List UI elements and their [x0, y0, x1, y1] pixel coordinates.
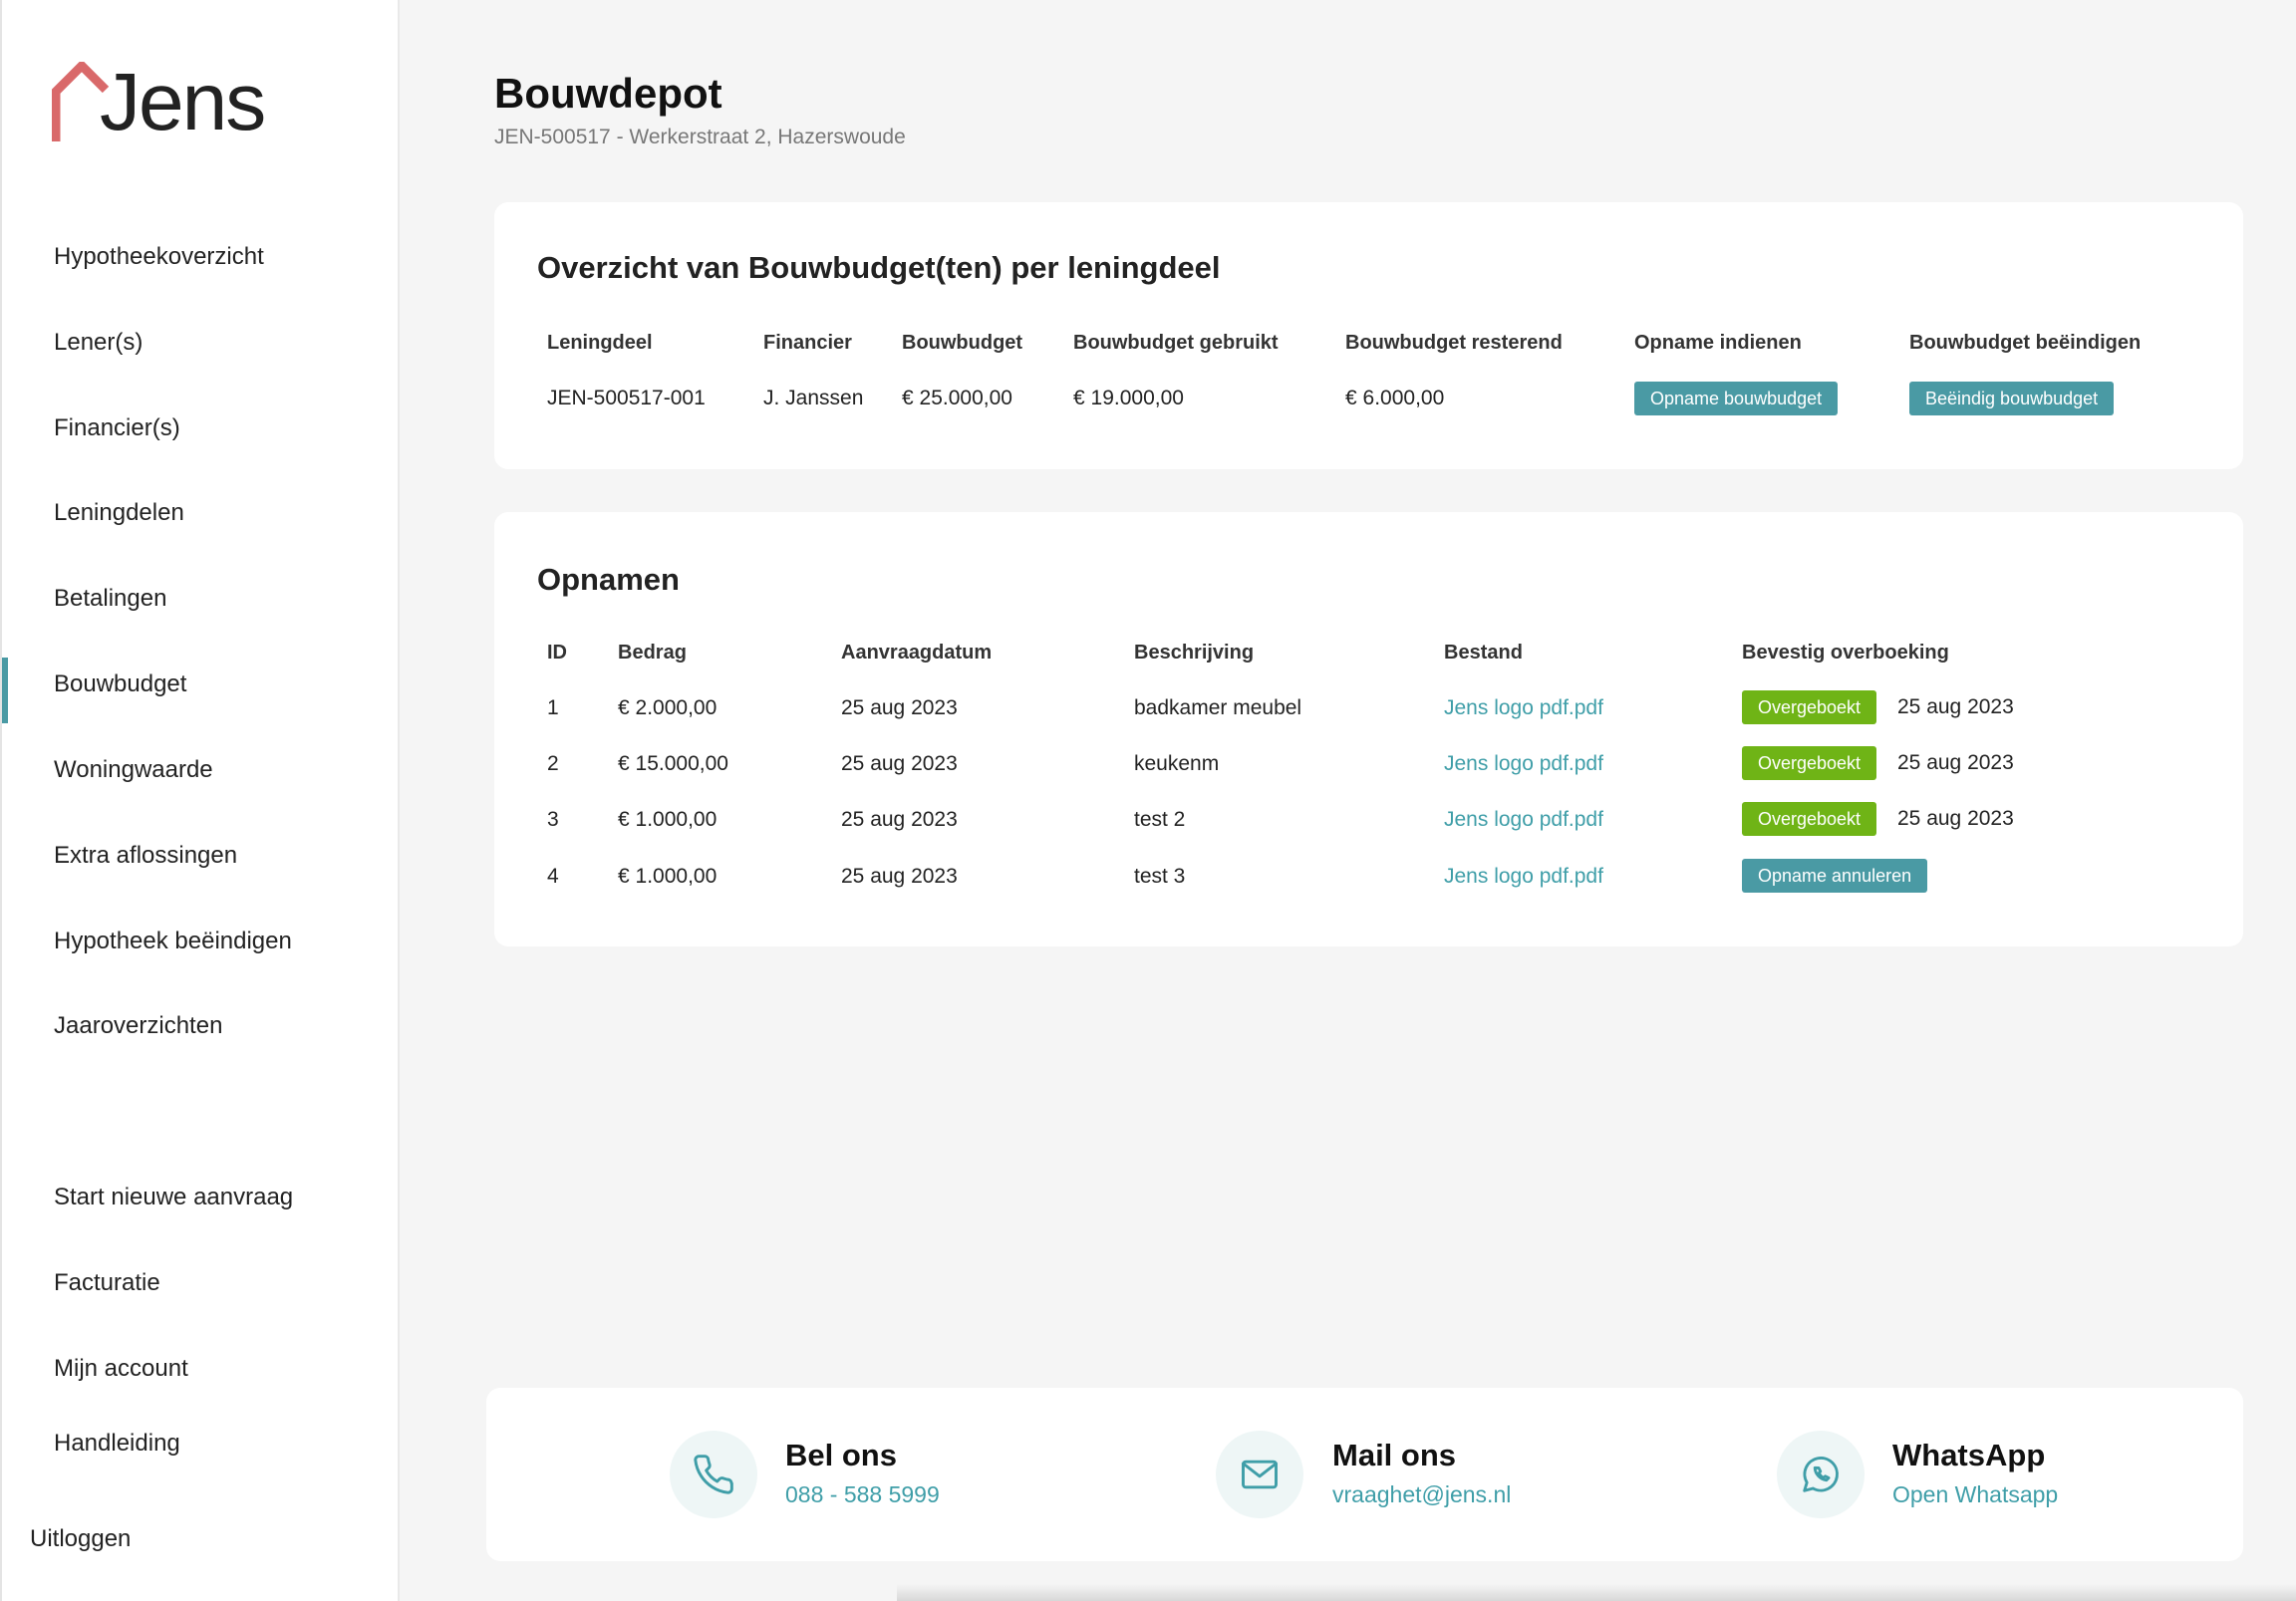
cell-bedrag: € 2.000,00: [618, 696, 718, 719]
sidebar-item-leners[interactable]: Lener(s): [54, 328, 143, 358]
col-header-beschrijving: Beschrijving: [1134, 642, 1255, 664]
cell-beschrijving: test 2: [1134, 808, 1186, 831]
opname-annuleren-button[interactable]: Opname annuleren: [1742, 859, 1928, 893]
contact-bar: Bel ons 088 - 588 5999 Mail ons vraaghet…: [486, 1388, 2243, 1561]
cell-bouwbudget-resterend: € 6.000,00: [1345, 387, 1445, 409]
status-badge-overgeboekt: Overgeboekt: [1742, 690, 1877, 724]
email-link[interactable]: vraaghet@jens.nl: [1332, 1481, 1511, 1508]
open-whatsapp-link[interactable]: Open Whatsapp: [1892, 1481, 2058, 1508]
mail-icon: [1216, 1431, 1303, 1518]
overview-card: Overzicht van Bouwbudget(ten) per lening…: [494, 202, 2243, 469]
sidebar-item-jaaroverzichten[interactable]: Jaaroverzichten: [54, 1011, 222, 1041]
cell-aanvraagdatum: 25 aug 2023: [841, 808, 958, 831]
phone-number-link[interactable]: 088 - 588 5999: [785, 1481, 940, 1508]
cell-aanvraagdatum: 25 aug 2023: [841, 752, 958, 775]
sidebar-item-financiers[interactable]: Financier(s): [54, 413, 180, 443]
col-header-id: ID: [547, 642, 567, 664]
file-link[interactable]: Jens logo pdf.pdf: [1444, 865, 1603, 889]
cell-aanvraagdatum: 25 aug 2023: [841, 696, 958, 719]
cell-leningdeel: JEN-500517-001: [547, 387, 706, 409]
cell-aanvraagdatum: 25 aug 2023: [841, 865, 958, 888]
whatsapp-title: WhatsApp: [1892, 1438, 2046, 1472]
cell-status-datum: 25 aug 2023: [1897, 751, 2014, 774]
status-badge-overgeboekt: Overgeboekt: [1742, 802, 1877, 836]
cell-bedrag: € 1.000,00: [618, 808, 718, 831]
cell-bedrag: € 15.000,00: [618, 752, 728, 775]
cell-id: 4: [547, 865, 559, 888]
sidebar-item-hypotheek-beeindigen[interactable]: Hypotheek beëindigen: [54, 927, 292, 956]
sidebar-item-handleiding[interactable]: Handleiding: [54, 1429, 180, 1459]
file-link[interactable]: Jens logo pdf.pdf: [1444, 752, 1603, 776]
cell-beschrijving: badkamer meubel: [1134, 696, 1302, 719]
bottom-edge-shadow: [897, 1584, 2296, 1601]
col-header-bestand: Bestand: [1444, 642, 1523, 664]
jens-logo[interactable]: Jens: [52, 62, 266, 161]
col-header-bouwbudget-beeindigen: Bouwbudget beëindigen: [1909, 332, 2142, 354]
file-link[interactable]: Jens logo pdf.pdf: [1444, 808, 1603, 832]
sidebar-item-hypotheekoverzicht[interactable]: Hypotheekoverzicht: [54, 242, 264, 272]
cell-bouwbudget-gebruikt: € 19.000,00: [1073, 387, 1184, 409]
cell-id: 2: [547, 752, 559, 775]
col-header-aanvraagdatum: Aanvraagdatum: [841, 642, 993, 664]
col-header-bouwbudget: Bouwbudget: [902, 332, 1023, 354]
sidebar-item-mijn-account[interactable]: Mijn account: [54, 1354, 188, 1384]
cell-status-datum: 25 aug 2023: [1897, 807, 2014, 830]
mail-ons-title: Mail ons: [1332, 1438, 1457, 1472]
col-header-leningdeel: Leningdeel: [547, 332, 653, 354]
cell-status-datum: 25 aug 2023: [1897, 695, 2014, 718]
sidebar-item-woningwaarde[interactable]: Woningwaarde: [54, 755, 213, 785]
phone-icon: [670, 1431, 757, 1518]
whatsapp-icon: [1777, 1431, 1865, 1518]
file-link[interactable]: Jens logo pdf.pdf: [1444, 696, 1603, 720]
page-title: Bouwdepot: [494, 70, 722, 117]
cell-bedrag: € 1.000,00: [618, 865, 718, 888]
page-subtitle: JEN-500517 - Werkerstraat 2, Hazerswoude: [494, 126, 906, 148]
withdrawals-card: Opnamen ID Bedrag Aanvraagdatum Beschrij…: [494, 512, 2243, 946]
col-header-opname-indienen: Opname indienen: [1634, 332, 1802, 354]
col-header-bouwbudget-gebruikt: Bouwbudget gebruikt: [1073, 332, 1279, 354]
opname-bouwbudget-button[interactable]: Opname bouwbudget: [1634, 382, 1839, 415]
col-header-financier: Financier: [763, 332, 852, 354]
sidebar-item-bouwbudget[interactable]: Bouwbudget: [54, 669, 186, 699]
sidebar-item-facturatie[interactable]: Facturatie: [54, 1268, 160, 1298]
cell-financier: J. Janssen: [763, 387, 864, 409]
sidebar-item-extra-aflossingen[interactable]: Extra aflossingen: [54, 841, 237, 871]
overview-title: Overzicht van Bouwbudget(ten) per lening…: [537, 250, 1221, 285]
withdrawals-title: Opnamen: [537, 562, 680, 597]
bel-ons-title: Bel ons: [785, 1438, 897, 1472]
cell-id: 3: [547, 808, 559, 831]
col-header-bedrag: Bedrag: [618, 642, 687, 664]
cell-bouwbudget: € 25.000,00: [902, 387, 1012, 409]
beeindig-bouwbudget-button[interactable]: Beëindig bouwbudget: [1909, 382, 2115, 415]
cell-id: 1: [547, 696, 559, 719]
sidebar-item-leningdelen[interactable]: Leningdelen: [54, 498, 184, 528]
cell-beschrijving: keukenm: [1134, 752, 1220, 775]
col-header-bouwbudget-resterend: Bouwbudget resterend: [1345, 332, 1563, 354]
logout-link[interactable]: Uitloggen: [30, 1525, 131, 1553]
sidebar-item-betalingen[interactable]: Betalingen: [54, 584, 166, 614]
status-badge-overgeboekt: Overgeboekt: [1742, 746, 1877, 780]
cell-beschrijving: test 3: [1134, 865, 1186, 888]
sidebar-item-start-nieuwe-aanvraag[interactable]: Start nieuwe aanvraag: [54, 1183, 293, 1212]
sidebar: Jens Hypotheekoverzicht Lener(s) Financi…: [0, 0, 400, 1601]
active-indicator: [2, 658, 8, 723]
col-header-bevestig-overboeking: Bevestig overboeking: [1742, 642, 1949, 664]
logo-text: Jens: [100, 57, 266, 147]
